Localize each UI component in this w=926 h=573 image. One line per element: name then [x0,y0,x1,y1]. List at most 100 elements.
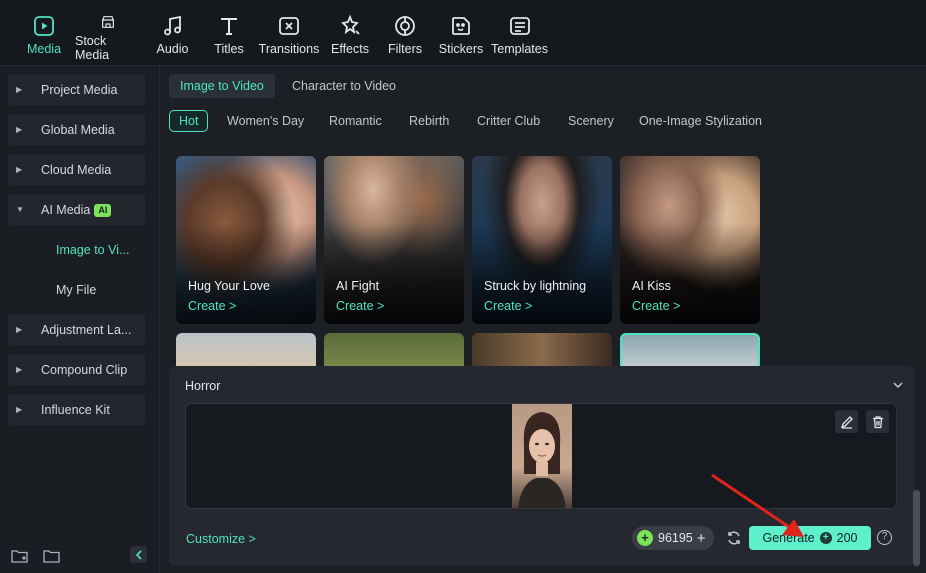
chip-womens-day[interactable]: Women's Day [227,111,304,133]
edit-image-button[interactable] [835,410,858,433]
template-card-ai-fight[interactable]: AI Fight Create > [324,156,464,324]
toolbar-effects[interactable]: Effects [331,14,369,62]
toolbar-titles[interactable]: Titles [213,14,245,62]
chevron-right-icon: ▶ [16,325,23,334]
tab-character-to-video[interactable]: Character to Video [281,74,407,98]
sidebar-item-label: Compound Clip [41,362,128,377]
template-card-row2-4-selected[interactable] [620,333,760,369]
toolbar-stickers-label: Stickers [438,42,484,56]
toolbar-templates-label: Templates [491,42,548,56]
generate-cost: 200 [836,531,858,545]
sidebar-sub-image-to-video[interactable]: Image to Vi... [56,243,129,257]
template-card-struck-by-lightning[interactable]: Struck by lightning Create > [472,156,612,324]
template-card-row2-3[interactable] [472,333,612,369]
card-title: AI Fight [336,279,380,293]
sidebar-item-label: AI Media [41,202,91,217]
top-toolbar: Media Stock Media Audio Titles Transitio… [0,0,926,66]
sidebar-item-project-media[interactable]: ▶ Project Media [8,74,145,105]
toolbar-audio-label: Audio [156,42,189,56]
sidebar-item-label: Cloud Media [41,162,112,177]
chevron-left-icon [135,549,142,560]
toolbar-transitions-label: Transitions [258,42,320,56]
customize-link[interactable]: Customize > [186,532,256,546]
sidebar-item-cloud-media[interactable]: ▶ Cloud Media [8,154,145,185]
chevron-right-icon: ▶ [16,85,23,94]
ai-badge: AI [94,203,112,217]
toolbar-audio[interactable]: Audio [155,14,190,62]
toolbar-media[interactable]: Media [27,14,61,62]
chevron-right-icon: ▶ [16,125,23,134]
credit-coin-icon: + [637,530,653,546]
chevron-right-icon: ▶ [16,405,23,414]
template-card-hug-your-love[interactable]: Hug Your Love Create > [176,156,316,324]
card-title: Struck by lightning [484,279,587,293]
credits-value: 96195 [658,531,693,545]
portrait-icon [518,412,566,508]
chip-hot[interactable]: Hot [169,110,209,132]
card-create-link[interactable]: Create > [188,299,236,313]
sidebar-sub-my-file[interactable]: My File [56,283,96,297]
panel-title: Horror [185,379,221,393]
sidebar-item-adjustment-layer[interactable]: ▶ Adjustment La... [8,314,145,345]
sidebar: ▶ Project Media ▶ Global Media ▶ Cloud M… [0,66,160,573]
media-icon [34,16,54,36]
stickers-icon [452,17,470,35]
annotation-arrow-icon [711,473,804,537]
credit-coin-icon: + [819,532,832,544]
sidebar-item-label-wrap: AI Media AI [41,202,112,217]
chip-critter-club[interactable]: Critter Club [477,111,540,133]
toolbar-filters-label: Filters [387,42,423,56]
stock-media-icon [101,16,115,28]
toolbar-stickers[interactable]: Stickers [438,14,484,62]
sidebar-item-influence-kit[interactable]: ▶ Influence Kit [8,394,145,425]
pencil-icon [840,415,853,429]
titles-icon [221,18,237,35]
effects-icon [341,14,360,35]
card-create-link[interactable]: Create > [632,299,680,313]
folder-icon[interactable] [43,549,61,563]
chevron-down-icon[interactable] [893,382,903,389]
scrollbar[interactable] [913,490,920,566]
card-create-link[interactable]: Create > [336,299,384,313]
toolbar-transitions[interactable]: Transitions [259,14,319,62]
new-folder-icon[interactable] [11,549,29,563]
transitions-icon [279,17,299,35]
toolbar-media-label: Media [26,42,62,56]
sidebar-item-label: Influence Kit [41,402,110,417]
sidebar-item-label: Global Media [41,122,115,137]
chip-rebirth[interactable]: Rebirth [409,111,449,133]
collapse-sidebar-button[interactable] [130,546,147,563]
tab-image-to-video[interactable]: Image to Video [169,74,275,98]
toolbar-templates[interactable]: Templates [491,14,548,62]
uploaded-image-thumbnail [512,404,572,508]
template-card-row2-2[interactable] [324,333,464,369]
trash-icon [872,415,883,428]
sidebar-item-label: Project Media [41,82,118,97]
card-title: Hug Your Love [188,279,271,293]
chevron-right-icon: ▶ [16,365,23,374]
main-content: Image to Video Character to Video Hot Wo… [161,66,926,573]
card-create-link[interactable]: Create > [484,299,532,313]
template-card-row2-1[interactable] [176,333,316,369]
chevron-right-icon: ▶ [16,165,23,174]
card-title: AI Kiss [632,279,671,293]
toolbar-titles-label: Titles [214,42,244,56]
toolbar-stock-media-label: Stock Media [75,34,110,62]
filters-icon [395,16,415,36]
sidebar-item-compound-clip[interactable]: ▶ Compound Clip [8,354,145,385]
audio-icon [163,15,181,36]
chip-one-image-stylization[interactable]: One-Image Stylization [639,111,762,133]
delete-image-button[interactable] [866,410,889,433]
sidebar-item-ai-media[interactable]: ▼ AI Media AI [8,194,145,225]
toolbar-stock-media[interactable]: Stock Media [75,14,141,62]
template-card-ai-kiss[interactable]: AI Kiss Create > [620,156,760,324]
chip-romantic[interactable]: Romantic [329,111,382,133]
templates-icon [509,17,530,35]
chip-scenery[interactable]: Scenery [568,111,614,133]
help-icon[interactable]: ? [877,530,892,545]
toolbar-filters[interactable]: Filters [388,14,422,62]
chevron-down-icon: ▼ [16,205,24,214]
toolbar-effects-label: Effects [331,42,369,56]
sidebar-item-label: Adjustment La... [41,322,132,337]
sidebar-item-global-media[interactable]: ▶ Global Media [8,114,145,145]
